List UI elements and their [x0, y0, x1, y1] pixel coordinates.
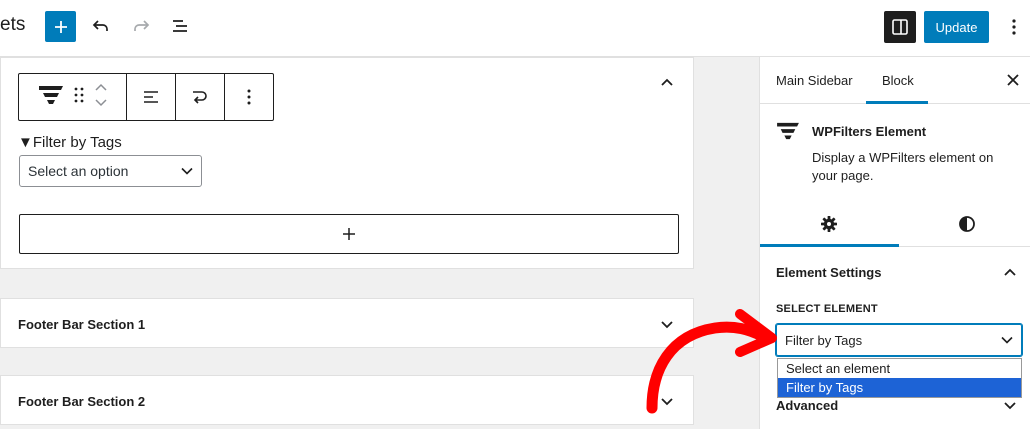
block-appender-button[interactable]	[19, 214, 679, 254]
footer-section-2[interactable]: Footer Bar Section 2	[0, 375, 694, 425]
redo-icon	[134, 20, 150, 31]
block-switcher-group	[19, 74, 127, 120]
editor-top-toolbar: ets Update	[0, 0, 1030, 57]
settings-sidebar: Main Sidebar Block WPFilters Element Dis…	[759, 57, 1030, 429]
filters-block[interactable]: ▼Filter by Tags Select an option	[0, 57, 694, 269]
more-options-icon	[247, 89, 251, 105]
inspector-tabs	[760, 202, 1030, 247]
styles-contrast-icon	[959, 216, 975, 232]
undo-icon	[92, 20, 108, 31]
list-view-button[interactable]	[167, 13, 193, 39]
chevron-down-icon	[1001, 336, 1013, 344]
chevron-down-icon	[661, 398, 673, 406]
options-menu-button[interactable]	[1004, 13, 1024, 41]
update-button[interactable]: Update	[924, 11, 989, 43]
close-sidebar-button[interactable]	[1004, 71, 1022, 89]
block-options-button[interactable]	[225, 74, 273, 120]
option-select-an-element[interactable]: Select an element	[778, 359, 1021, 378]
block-title: WPFilters Element	[812, 124, 927, 139]
align-button[interactable]	[127, 74, 176, 120]
section-title: Footer Bar Section 2	[18, 394, 146, 409]
option-filter-by-tags[interactable]: Filter by Tags	[778, 378, 1021, 397]
chevron-up-icon	[1004, 268, 1016, 276]
list-view-icon	[173, 20, 187, 32]
tab-styles[interactable]	[955, 212, 979, 236]
chevron-down-icon	[661, 321, 673, 329]
close-icon	[1007, 74, 1019, 86]
filter-select-value: Select an option	[28, 163, 129, 179]
page-title: ets	[0, 14, 26, 35]
wpfilters-logo-icon[interactable]	[38, 84, 64, 111]
settings-gear-icon	[821, 216, 837, 232]
tab-settings[interactable]	[817, 212, 841, 236]
advanced-panel-title[interactable]: Advanced	[776, 398, 838, 413]
expand-section-2-button[interactable]	[657, 392, 677, 412]
undo-button[interactable]	[88, 13, 114, 39]
select-element-value: Filter by Tags	[785, 332, 863, 348]
select-element-options: Select an element Filter by Tags	[777, 358, 1022, 398]
filter-select[interactable]: Select an option	[19, 155, 202, 187]
filter-by-tags-label[interactable]: ▼Filter by Tags	[18, 134, 122, 151]
element-settings-title[interactable]: Element Settings	[776, 265, 881, 280]
plus-icon	[54, 20, 67, 33]
select-element-dropdown[interactable]: Filter by Tags	[776, 324, 1022, 356]
drag-handle-icon[interactable]	[74, 87, 84, 108]
transform-icon	[193, 91, 207, 104]
chevron-up-icon	[661, 78, 673, 86]
collapse-button[interactable]	[657, 72, 677, 92]
expand-advanced-button[interactable]	[1000, 396, 1020, 416]
block-description: Display a WPFilters element on your page…	[812, 150, 994, 183]
footer-section-1[interactable]: Footer Bar Section 1	[0, 298, 694, 348]
wpfilters-logo-icon	[776, 121, 800, 146]
active-subtab-indicator	[760, 244, 899, 247]
block-toolbar	[18, 73, 274, 121]
align-icon	[144, 91, 158, 103]
tab-block[interactable]: Block	[882, 73, 914, 88]
transform-button[interactable]	[176, 74, 225, 120]
chevron-down-icon	[1004, 402, 1016, 410]
kebab-menu-icon	[1012, 19, 1016, 35]
move-up-down-icon[interactable]	[94, 82, 108, 113]
sidebar-tabs: Main Sidebar Block	[760, 57, 1030, 104]
expand-section-1-button[interactable]	[657, 315, 677, 335]
settings-sidebar-toggle[interactable]	[884, 11, 916, 43]
collapse-panel-button[interactable]	[1000, 262, 1020, 282]
chevron-down-icon	[181, 167, 193, 175]
plus-icon	[343, 228, 355, 240]
sidebar-toggle-icon	[892, 19, 908, 35]
editor-canvas: ▼Filter by Tags Select an option Footer …	[0, 57, 760, 429]
tab-main-sidebar[interactable]: Main Sidebar	[776, 73, 853, 88]
add-block-button[interactable]	[45, 11, 76, 42]
select-element-label: SELECT ELEMENT	[776, 303, 878, 315]
redo-button[interactable]	[128, 13, 154, 39]
section-title: Footer Bar Section 1	[18, 317, 146, 332]
